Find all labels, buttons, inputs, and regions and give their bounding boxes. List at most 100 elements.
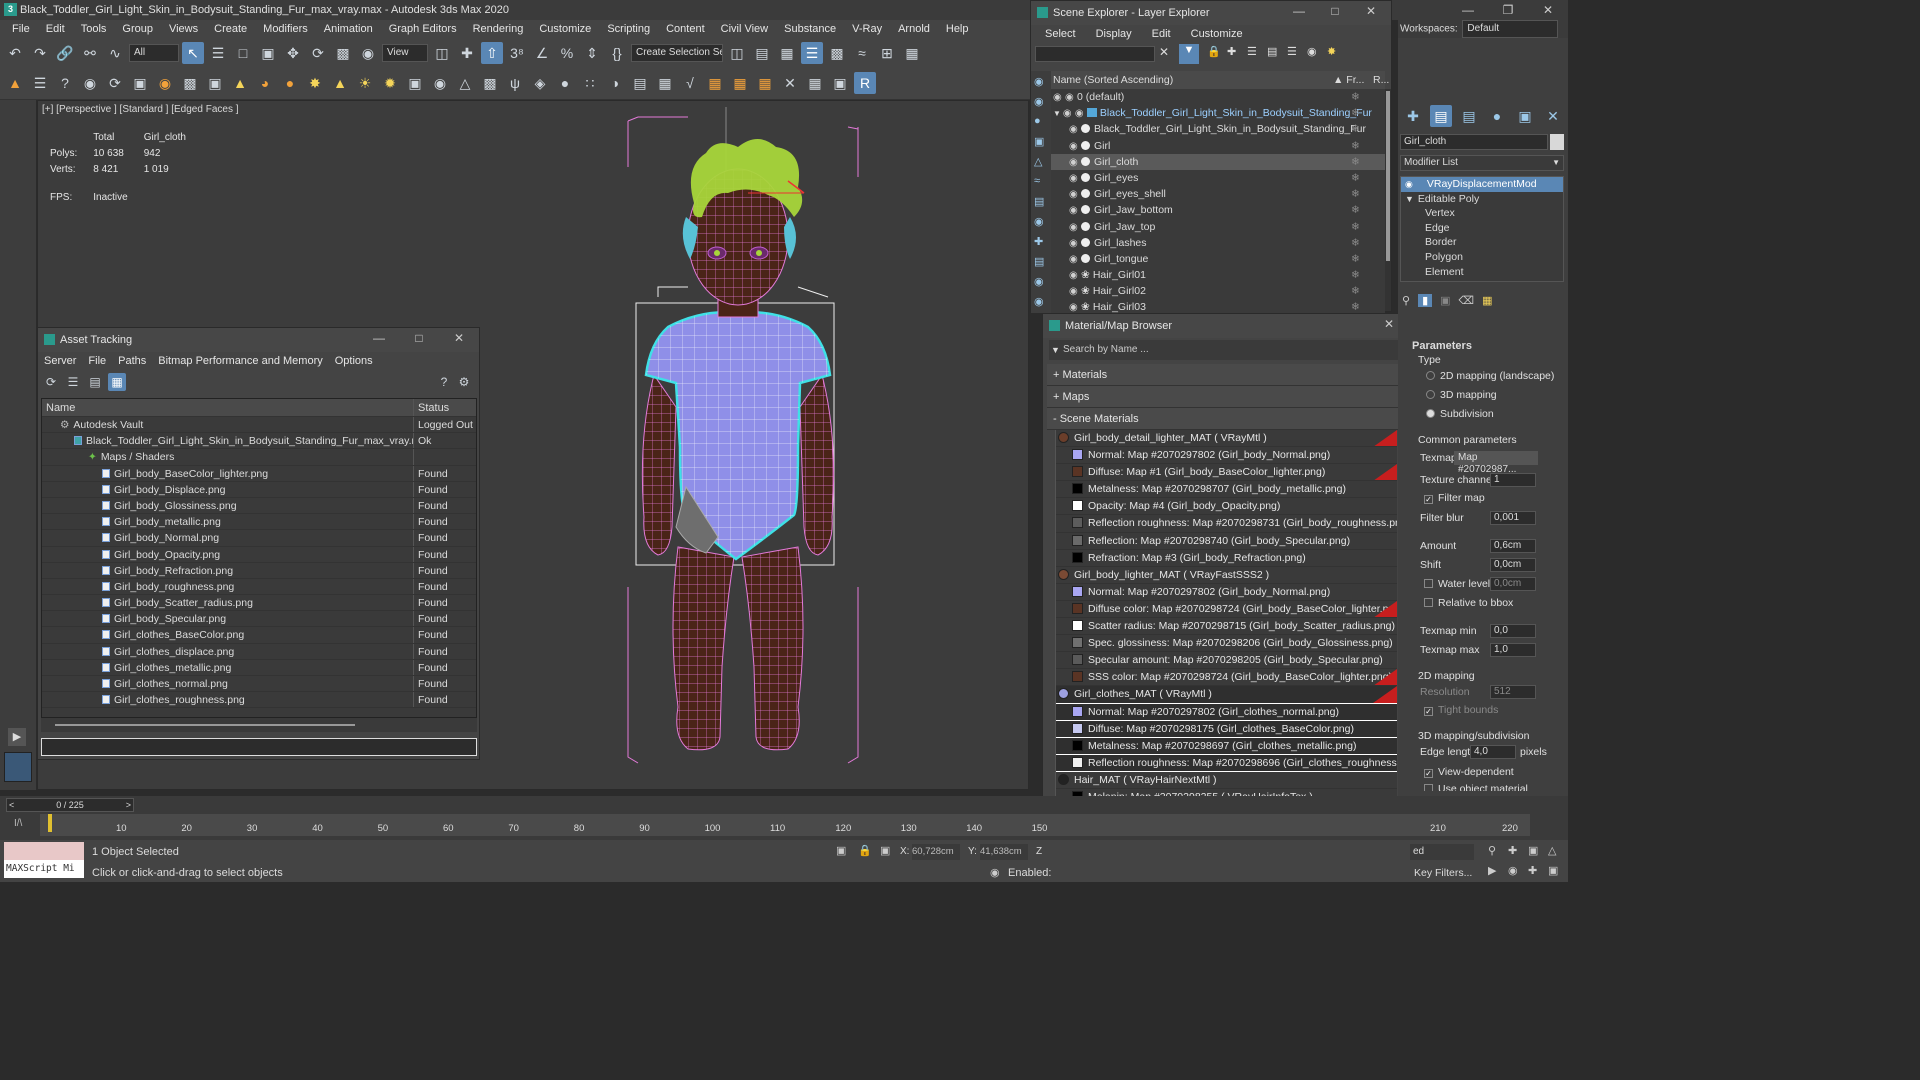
zoom-all-icon[interactable]: ✚ <box>1508 844 1517 857</box>
asset-menu-options[interactable]: Options <box>335 355 373 367</box>
visibility-eye-icon[interactable]: ◉ <box>1069 187 1081 202</box>
vray-fp-icon[interactable]: ▦ <box>704 72 726 94</box>
vray-r-icon[interactable]: R <box>854 72 876 94</box>
table-row[interactable]: Girl_clothes_normal.png Found <box>42 676 476 693</box>
type-radio-option[interactable]: Subdivision <box>1426 408 1566 427</box>
workspace-select[interactable]: Default <box>1462 20 1559 38</box>
light-filter-side-icon[interactable]: ● <box>1034 115 1041 127</box>
visibility-eye-icon[interactable]: ◉ <box>1069 236 1081 251</box>
list-item[interactable]: ◉ Girl_Jaw_bottom ❄ <box>1051 202 1385 218</box>
vray-fe-icon[interactable]: ▦ <box>729 72 751 94</box>
freeze-icon[interactable]: ❄ <box>1351 267 1360 283</box>
filter-map-checkbox[interactable]: ✓ Filter map <box>1424 492 1485 504</box>
visibility-eye-icon[interactable]: ◉ <box>1069 284 1081 299</box>
menu-rendering[interactable]: Rendering <box>467 23 534 35</box>
list-item[interactable]: ◉ ❀ Hair_Girl02 ❄ <box>1051 283 1385 299</box>
explorer-menu-customize[interactable]: Customize <box>1191 28 1243 40</box>
menu-views[interactable]: Views <box>163 23 208 35</box>
list-item[interactable]: ◉ Girl_Jaw_top ❄ <box>1051 219 1385 235</box>
list-item[interactable]: ◉ Girl ❄ <box>1051 138 1385 154</box>
helper-filter-icon[interactable]: △ <box>1034 155 1042 168</box>
table-row[interactable]: Girl_body_Refraction.png Found <box>42 562 476 579</box>
expand-arrow-icon[interactable]: ▼ <box>1405 194 1414 204</box>
list-item[interactable]: ◉ Girl_lashes ❄ <box>1051 235 1385 251</box>
table-row[interactable]: Girl_body_metallic.png Found <box>42 514 476 531</box>
render-eye-icon[interactable]: ◉ <box>1075 106 1087 121</box>
walkthrough-icon[interactable]: ✚ <box>1528 864 1537 877</box>
xref-filter-icon[interactable]: ◉ <box>1034 215 1044 228</box>
table-row[interactable]: Black_Toddler_Girl_Light_Skin_in_Bodysui… <box>42 433 476 450</box>
vray-sphere-icon[interactable]: ◉ <box>154 72 176 94</box>
view-dependent-checkbox[interactable]: ✓ View-dependent <box>1424 766 1514 778</box>
selection-filter-select[interactable]: All <box>129 44 179 62</box>
material-tree-item[interactable]: Spec. glossiness: Map #2070298206 (Girl_… <box>1056 635 1397 653</box>
menu-create[interactable]: Create <box>208 23 257 35</box>
minimize-icon[interactable]: — <box>1279 1 1319 21</box>
auto-key-select[interactable]: ed <box>1410 844 1474 860</box>
vray-asset-icon[interactable]: ▲ <box>4 72 26 94</box>
display-tab-icon[interactable]: ▣ <box>1514 105 1536 127</box>
object-filter-icon[interactable]: ◉ <box>1034 95 1044 108</box>
material-browser-title-bar[interactable]: Material/Map Browser ✕ <box>1043 314 1409 338</box>
unlink-icon[interactable]: ⚯ <box>79 42 101 64</box>
key-filters-button[interactable]: Key Filters... <box>1414 867 1472 879</box>
material-tree-item[interactable]: Girl_body_detail_lighter_MAT ( VRayMtl ) <box>1056 430 1397 448</box>
display-children-icon[interactable]: ▤ <box>1034 255 1044 268</box>
freeze-icon[interactable]: ❄ <box>1351 121 1360 137</box>
vray-scene-icon[interactable]: ▦ <box>654 72 676 94</box>
vray-camera-icon[interactable]: ▣ <box>204 72 226 94</box>
asset-menu-server[interactable]: Server <box>44 355 76 367</box>
texmap-min-spinner[interactable]: 0,0 <box>1490 624 1536 638</box>
absolute-mode-icon[interactable]: ▣ <box>880 844 890 857</box>
fov-icon[interactable]: △ <box>1548 844 1556 857</box>
maxscript-listener[interactable] <box>4 842 84 860</box>
toddler-wireframe-model[interactable] <box>598 107 898 767</box>
material-tree-item[interactable]: Diffuse: Map #2070298175 (Girl_clothes_B… <box>1056 720 1397 738</box>
table-row[interactable]: Girl_clothes_BaseColor.png Found <box>42 627 476 644</box>
freeze-icon[interactable]: ❄ <box>1351 251 1360 267</box>
tight-bounds-checkbox[interactable]: ✓ Tight bounds <box>1424 704 1498 716</box>
detail-view-icon[interactable]: ▤ <box>86 373 104 391</box>
object-name-field[interactable]: Girl_cloth <box>1400 134 1548 150</box>
vray-v-icon[interactable]: √ <box>679 72 701 94</box>
viewport-label[interactable]: [+] [Perspective ] [Standard ] [Edged Fa… <box>42 104 239 115</box>
table-row[interactable]: Girl_clothes_displace.png Found <box>42 643 476 660</box>
vray-cube-icon[interactable]: ▣ <box>404 72 426 94</box>
table-row[interactable]: Girl_body_BaseColor_lighter.png Found <box>42 465 476 482</box>
freeze-icon[interactable]: ❄ <box>1351 105 1360 121</box>
reference-coord-select[interactable]: View <box>382 44 428 62</box>
adaptive-degradation-icon[interactable]: ◉ <box>990 866 1000 879</box>
configure-sets-icon[interactable]: ▦ <box>1482 294 1492 307</box>
scene-vscroll[interactable] <box>1385 89 1391 311</box>
selection-lock-icon[interactable]: 🔒 <box>858 844 872 857</box>
list-item[interactable]: ◉ Girl_eyes ❄ <box>1051 170 1385 186</box>
asset-tracking-title-bar[interactable]: Asset Tracking — □ ✕ <box>38 328 479 352</box>
maximize-icon[interactable]: □ <box>399 328 439 348</box>
maximize-icon[interactable]: □ <box>1315 1 1355 21</box>
menu-substance[interactable]: Substance <box>778 23 846 35</box>
table-row[interactable]: Girl_body_Displace.png Found <box>42 481 476 498</box>
close-icon[interactable]: ✕ <box>1528 0 1568 20</box>
select-children-icon[interactable]: ◉ <box>1307 45 1317 58</box>
filter-icon[interactable]: ▼ <box>1179 44 1199 64</box>
list-item[interactable]: ◉ Girl_cloth ❄ <box>1051 153 1385 170</box>
vray-balls-icon[interactable]: ∷ <box>579 72 601 94</box>
freeze-icon[interactable]: ❄ <box>1351 89 1360 105</box>
material-tree-item[interactable]: SSS color: Map #2070298724 (Girl_body_Ba… <box>1056 669 1397 687</box>
vault-settings-icon[interactable]: ⚙ <box>455 373 473 391</box>
explorer-menu-select[interactable]: Select <box>1045 28 1076 40</box>
angle-snap-icon[interactable]: ∠ <box>531 42 553 64</box>
use-object-material-checkbox[interactable]: Use object material <box>1424 783 1528 791</box>
hierarchy-icon[interactable]: ▤ <box>1267 45 1277 58</box>
material-tree-item[interactable]: Girl_body_lighter_MAT ( VRayFastSSS2 ) <box>1056 566 1397 584</box>
visibility-icon[interactable]: ◉ <box>1034 295 1044 308</box>
list-item[interactable]: ◉ Black_Toddler_Girl_Light_Skin_in_Bodysu… <box>1051 121 1385 137</box>
list-item[interactable]: ◉ ❀ Hair_Girl01 ❄ <box>1051 267 1385 283</box>
scroll-thumb[interactable] <box>1386 91 1390 261</box>
visibility-eye-icon[interactable]: ◉ <box>1063 106 1075 121</box>
toggle-scene-explorer-icon[interactable]: ▦ <box>776 42 798 64</box>
display-all-icon[interactable]: ◉ <box>1034 275 1044 288</box>
menu-graph-editors[interactable]: Graph Editors <box>383 23 467 35</box>
visibility-eye-icon[interactable]: ◉ <box>1069 171 1081 186</box>
material-section-header[interactable]: + Materials <box>1047 364 1401 386</box>
